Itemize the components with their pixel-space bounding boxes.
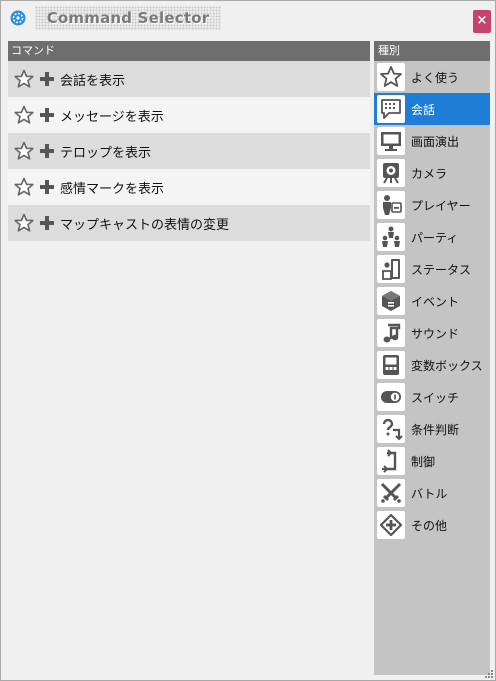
category-label: イベント — [411, 294, 460, 309]
plus-icon — [40, 144, 54, 158]
category-label: サウンド — [411, 326, 460, 341]
command-label: 感情マークを表示 — [60, 181, 165, 197]
category-panel: 種別 よく使う 会話 画面演出 カメラ プレイヤー パーティ ステータス イベン… — [374, 41, 490, 675]
variable-box-icon — [377, 351, 405, 379]
command-label: メッセージを表示 — [60, 109, 164, 125]
star-icon — [377, 63, 405, 91]
category-variable-box[interactable]: 変数ボックス — [374, 349, 490, 381]
command-row[interactable]: メッセージを表示 — [8, 97, 370, 133]
close-button[interactable]: × — [473, 10, 491, 33]
command-row[interactable]: 感情マークを表示 — [8, 169, 370, 205]
favorite-star-icon[interactable] — [14, 105, 34, 125]
command-selector-window: Command Selector × コマンド 会話を表示 メッセージを表示 テ… — [0, 0, 496, 681]
command-label: 会話を表示 — [60, 73, 126, 89]
category-battle[interactable]: バトル — [374, 477, 490, 509]
other-icon — [377, 511, 405, 539]
condition-icon — [377, 415, 405, 443]
window-title: Command Selector — [35, 6, 221, 30]
category-label: 会話 — [411, 102, 436, 117]
category-other[interactable]: その他 — [374, 509, 490, 541]
command-row[interactable]: マップキャストの表情の変更 — [8, 205, 370, 241]
category-label: 変数ボックス — [411, 358, 483, 373]
command-label: マップキャストの表情の変更 — [60, 217, 230, 233]
app-icon — [10, 10, 26, 26]
title-bar[interactable]: Command Selector × — [1, 1, 495, 35]
category-label: カメラ — [411, 166, 448, 181]
category-control[interactable]: 制御 — [374, 445, 490, 477]
camera-icon — [377, 159, 405, 187]
category-status[interactable]: ステータス — [374, 253, 490, 285]
category-sound[interactable]: サウンド — [374, 317, 490, 349]
favorite-star-icon[interactable] — [14, 177, 34, 197]
category-label: プレイヤー — [411, 198, 471, 213]
music-note-icon — [377, 319, 405, 347]
category-screen-effects[interactable]: 画面演出 — [374, 125, 490, 157]
favorite-star-icon[interactable] — [14, 213, 34, 233]
resize-grip-icon[interactable] — [483, 668, 493, 678]
plus-icon — [40, 72, 54, 86]
category-label: パーティ — [411, 230, 459, 245]
category-switch[interactable]: スイッチ — [374, 381, 490, 413]
status-icon — [377, 255, 405, 283]
command-list-panel: コマンド 会話を表示 メッセージを表示 テロップを表示 感情マークを表示 マップ… — [8, 41, 370, 675]
command-label: テロップを表示 — [60, 145, 152, 161]
category-label: 条件判断 — [411, 422, 460, 437]
category-label: スイッチ — [411, 390, 460, 405]
category-label: その他 — [411, 518, 448, 533]
command-list-header: コマンド — [8, 41, 370, 61]
plus-icon — [40, 216, 54, 230]
category-player[interactable]: プレイヤー — [374, 189, 490, 221]
monitor-icon — [377, 127, 405, 155]
category-condition[interactable]: 条件判断 — [374, 413, 490, 445]
command-row[interactable]: 会話を表示 — [8, 61, 370, 97]
category-header: 種別 — [374, 41, 490, 61]
player-icon — [377, 191, 405, 219]
category-party[interactable]: パーティ — [374, 221, 490, 253]
switch-icon — [377, 383, 405, 411]
favorite-star-icon[interactable] — [14, 69, 34, 89]
favorite-star-icon[interactable] — [14, 141, 34, 161]
battle-icon — [377, 479, 405, 507]
plus-icon — [40, 108, 54, 122]
category-label: よく使う — [411, 70, 460, 85]
category-label: 画面演出 — [411, 134, 460, 149]
speech-bubble-icon — [377, 95, 405, 123]
category-label: 制御 — [411, 454, 436, 469]
category-label: ステータス — [411, 262, 472, 277]
command-row[interactable]: テロップを表示 — [8, 133, 370, 169]
party-icon — [377, 223, 405, 251]
event-icon — [377, 287, 405, 315]
category-event[interactable]: イベント — [374, 285, 490, 317]
category-label: バトル — [411, 486, 448, 501]
category-camera[interactable]: カメラ — [374, 157, 490, 189]
plus-icon — [40, 180, 54, 194]
control-icon — [377, 447, 405, 475]
category-frequently-used[interactable]: よく使う — [374, 61, 490, 93]
category-conversation[interactable]: 会話 — [374, 93, 490, 125]
